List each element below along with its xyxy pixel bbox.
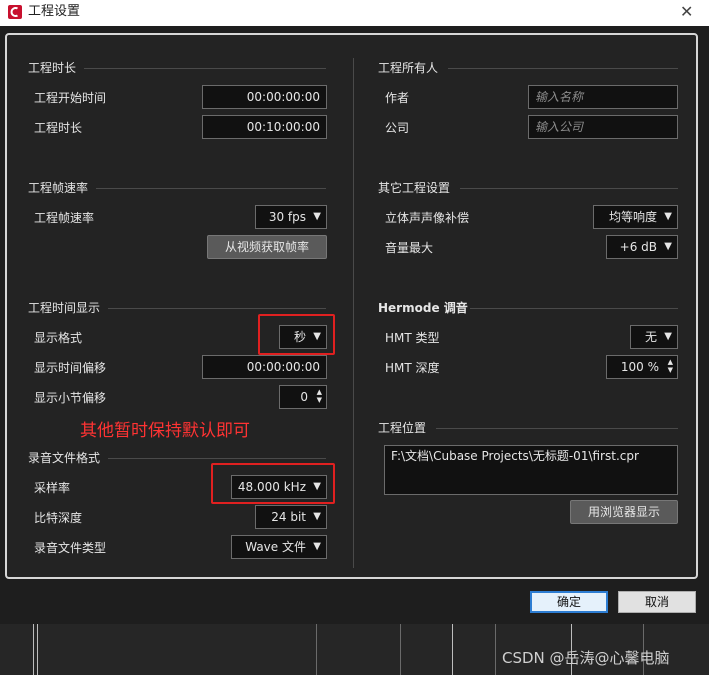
section-title-other: 其它工程设置: [378, 181, 451, 195]
section-title-owner: 工程所有人: [378, 61, 439, 75]
volume-max-label: 音量最大: [385, 241, 434, 255]
hmt-depth-value: 100 %: [620, 360, 659, 374]
section-divider: [460, 188, 678, 189]
framerate-label: 工程帧速率: [34, 211, 95, 225]
cubase-logo-icon: [8, 5, 22, 19]
window-title: 工程设置: [28, 4, 81, 19]
bar-offset-label: 显示小节偏移: [34, 391, 107, 405]
bit-depth-label: 比特深度: [34, 511, 83, 525]
section-title-location: 工程位置: [378, 421, 427, 435]
hmt-type-label: HMT 类型: [385, 331, 440, 345]
section-title-hermode: Hermode 调音: [378, 301, 468, 315]
hmt-type-value: 无: [644, 330, 657, 344]
company-field[interactable]: 输入公司: [528, 115, 678, 139]
length-field[interactable]: 00:10:00:00: [202, 115, 327, 139]
project-path-field[interactable]: F:\文档\Cubase Projects\无标题-01\first.cpr: [384, 445, 678, 495]
hmt-type-dropdown[interactable]: 无 ▼: [630, 325, 678, 349]
display-format-label: 显示格式: [34, 331, 83, 345]
show-in-browser-button[interactable]: 用浏览器显示: [570, 500, 678, 524]
watermark-text: CSDN @岳涛@心馨电脑: [502, 649, 670, 667]
sample-rate-value: 48.000 kHz: [237, 480, 306, 494]
bit-depth-dropdown[interactable]: 24 bit ▼: [255, 505, 327, 529]
section-title-length: 工程时长: [28, 61, 77, 75]
time-offset-label: 显示时间偏移: [34, 361, 107, 375]
section-divider: [470, 308, 678, 309]
hmt-depth-label: HMT 深度: [385, 361, 440, 375]
pan-law-value: 均等响度: [608, 210, 657, 224]
display-format-dropdown[interactable]: 秒 ▼: [279, 325, 327, 349]
track-line: [37, 624, 38, 675]
framerate-value: 30 fps: [268, 210, 306, 224]
author-field[interactable]: 输入名称: [528, 85, 678, 109]
cancel-button[interactable]: 取消: [618, 591, 696, 613]
section-divider: [436, 428, 678, 429]
section-divider: [96, 188, 326, 189]
start-time-label: 工程开始时间: [34, 91, 107, 105]
chevron-down-icon: ▼: [664, 211, 672, 222]
bit-depth-value: 24 bit: [271, 510, 306, 524]
track-line: [495, 624, 496, 675]
volume-max-value: +6 dB: [619, 240, 657, 254]
company-label: 公司: [385, 121, 410, 135]
sample-rate-label: 采样率: [34, 481, 71, 495]
chevron-down-icon: ▼: [313, 511, 321, 522]
title-bar: [0, 0, 709, 26]
bar-offset-value: 0: [300, 390, 308, 404]
display-format-value: 秒: [293, 330, 306, 344]
pan-law-dropdown[interactable]: 均等响度 ▼: [593, 205, 678, 229]
column-divider: [353, 58, 354, 568]
chevron-down-icon: ▼: [313, 331, 321, 342]
file-type-dropdown[interactable]: Wave 文件 ▼: [231, 535, 327, 559]
track-line: [400, 624, 401, 675]
section-title-record-format: 录音文件格式: [28, 451, 101, 465]
pan-law-label: 立体声声像补偿: [385, 211, 470, 225]
close-icon[interactable]: ✕: [680, 1, 693, 23]
annotation-note: 其他暂时保持默认即可: [80, 421, 250, 441]
chevron-down-icon: ▼: [664, 241, 672, 252]
bar-offset-stepper[interactable]: 0 ▲ ▼: [279, 385, 327, 409]
spin-arrows-icon[interactable]: ▲ ▼: [317, 388, 322, 404]
chevron-down-icon: ▼: [313, 211, 321, 222]
sample-rate-dropdown[interactable]: 48.000 kHz ▼: [231, 475, 327, 499]
section-title-time-display: 工程时间显示: [28, 301, 101, 315]
chevron-down-icon: ▼: [664, 331, 672, 342]
file-type-label: 录音文件类型: [34, 541, 107, 555]
track-line: [452, 624, 453, 675]
section-divider: [108, 308, 326, 309]
framerate-dropdown[interactable]: 30 fps ▼: [255, 205, 327, 229]
section-title-framerate: 工程帧速率: [28, 181, 89, 195]
track-line: [33, 624, 34, 675]
get-framerate-from-video-button[interactable]: 从视频获取帧率: [207, 235, 327, 259]
section-divider: [108, 458, 326, 459]
length-label: 工程时长: [34, 121, 83, 135]
track-line: [316, 624, 317, 675]
section-divider: [84, 68, 326, 69]
volume-max-dropdown[interactable]: +6 dB ▼: [606, 235, 678, 259]
chevron-down-icon: ▼: [313, 541, 321, 552]
section-divider: [448, 68, 678, 69]
start-time-field[interactable]: 00:00:00:00: [202, 85, 327, 109]
chevron-down-icon: ▼: [313, 481, 321, 492]
time-offset-field[interactable]: 00:00:00:00: [202, 355, 327, 379]
hmt-depth-stepper[interactable]: 100 % ▲ ▼: [606, 355, 678, 379]
file-type-value: Wave 文件: [245, 540, 306, 554]
ok-button[interactable]: 确定: [530, 591, 608, 613]
author-label: 作者: [385, 91, 410, 105]
spin-arrows-icon[interactable]: ▲ ▼: [668, 358, 673, 374]
